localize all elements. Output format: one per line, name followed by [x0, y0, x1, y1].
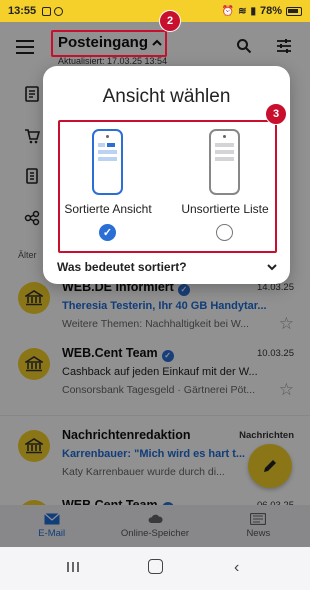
annotation-badge-3: 3 — [265, 103, 287, 125]
alarm-icon: ⏰ — [221, 5, 235, 17]
home-button-icon[interactable] — [148, 559, 163, 574]
status-right: ⏰ ≋ ▮ 78% — [222, 5, 302, 17]
back-button-icon[interactable]: ‹ — [234, 559, 239, 577]
notification-icons — [42, 6, 64, 16]
info-label: Was bedeutet sortiert? — [57, 260, 187, 274]
annotation-badge-2: 2 — [159, 10, 181, 32]
whatsapp-notification-icon — [54, 6, 64, 16]
annotation-highlight-folder — [51, 30, 167, 57]
signal-icon: ▮ — [250, 5, 256, 17]
battery-icon — [286, 6, 302, 16]
chevron-down-icon — [267, 263, 277, 270]
gallery-notification-icon — [42, 6, 52, 16]
what-is-sorted-expander[interactable]: Was bedeutet sortiert? — [57, 258, 277, 276]
system-navigation-bar: ‹ — [0, 547, 310, 590]
recent-apps-icon[interactable] — [66, 560, 80, 574]
annotation-highlight-options — [58, 120, 277, 253]
status-bar: 13:55 ⏰ ≋ ▮ 78% — [0, 0, 310, 22]
status-time: 13:55 — [8, 5, 37, 17]
battery-level: 78% — [259, 5, 282, 17]
app-screen: 13:55 ⏰ ≋ ▮ 78% Posteingang Aktualisiert… — [0, 0, 310, 590]
dialog-title: Ansicht wählen — [102, 86, 231, 107]
wifi-icon: ≋ — [238, 5, 247, 17]
